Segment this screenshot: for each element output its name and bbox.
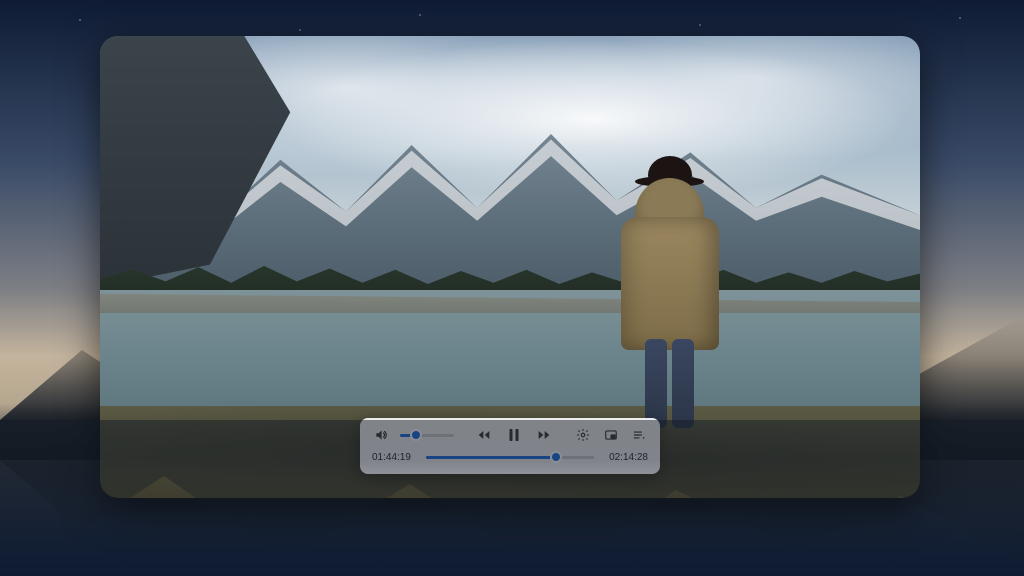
- options-cluster: [574, 426, 648, 444]
- transport-cluster: [475, 424, 553, 446]
- elapsed-time: 01:44:19: [372, 452, 418, 463]
- volume-slider[interactable]: [400, 434, 454, 437]
- volume-cluster: [372, 426, 454, 444]
- volume-fill: [400, 434, 416, 437]
- total-time: 02:14:28: [602, 452, 648, 463]
- pip-icon[interactable]: [602, 426, 620, 444]
- progress-fill: [426, 456, 556, 459]
- playback-controls: 01:44:19 02:14:28: [360, 418, 660, 474]
- video-player-window: 01:44:19 02:14:28: [100, 36, 920, 498]
- forward-icon[interactable]: [535, 426, 553, 444]
- video-scene-person: [608, 156, 731, 433]
- settings-icon[interactable]: [574, 426, 592, 444]
- progress-slider[interactable]: [426, 456, 594, 459]
- volume-thumb[interactable]: [412, 431, 420, 439]
- volume-icon[interactable]: [372, 426, 390, 444]
- rewind-icon[interactable]: [475, 426, 493, 444]
- pause-icon[interactable]: [503, 424, 525, 446]
- video-frame[interactable]: [100, 36, 920, 498]
- progress-thumb[interactable]: [552, 453, 560, 461]
- desktop-wallpaper: 01:44:19 02:14:28: [0, 0, 1024, 576]
- playlist-icon[interactable]: [630, 426, 648, 444]
